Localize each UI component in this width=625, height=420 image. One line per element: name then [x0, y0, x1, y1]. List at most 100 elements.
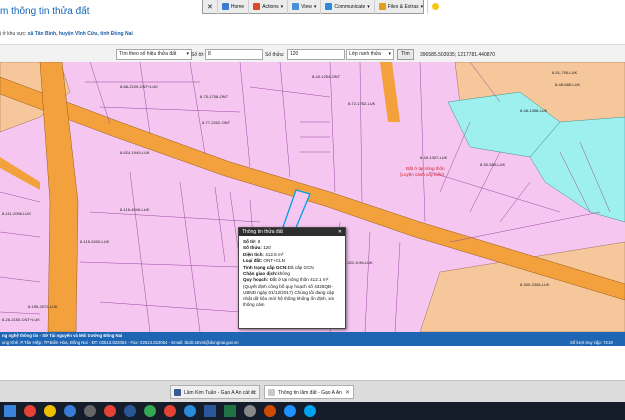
view-label: View: [301, 3, 312, 10]
parcel-label: 8-68-2100-CNT+LUK: [120, 84, 158, 89]
close-icon[interactable]: ✕: [251, 386, 256, 400]
parcel-label: 8-111-2096-LUK: [2, 211, 31, 216]
search-bar: Tìm theo số hiệu thửa đất ▾ Số tờ: 8 Số t…: [0, 44, 625, 64]
communicate-menu[interactable]: Communicate ▾: [321, 0, 375, 14]
tab-label: Lâm Kim Tuấn - Gạo A An cát cc: [184, 390, 256, 396]
parcel-label: 8-51-795-LUK: [552, 70, 578, 75]
browser-tab-active[interactable]: Thông tin lâm đất - Gạo A An ✕: [264, 385, 354, 399]
chevron-down-icon: ▾: [388, 51, 391, 57]
popup-field-value: 120: [263, 245, 271, 251]
parcel-label: 8-43-1254-ONT: [312, 74, 341, 79]
popup-header: Thông tin thửa đất ✕: [239, 228, 345, 236]
communicate-label: Communicate: [334, 3, 366, 10]
popup-field-label: Tình trạng cấp GCN:: [243, 264, 288, 270]
files-menu[interactable]: Files & Extras ▾: [375, 0, 429, 14]
view-menu[interactable]: View ▾: [288, 0, 322, 14]
actions-icon: [253, 3, 261, 10]
popup-close-button[interactable]: ✕: [338, 228, 342, 236]
word-icon[interactable]: [204, 405, 216, 417]
popup-decision-text: (Quyết định công bố quy hoạch số 4326QĐ-…: [243, 283, 335, 307]
search-button[interactable]: Tìm: [397, 49, 414, 60]
close-icon[interactable]: ✕: [345, 386, 350, 400]
sheet-input[interactable]: 8: [205, 49, 263, 60]
map-note: (Luyện cánh cây kiến): [400, 172, 445, 177]
app-icon[interactable]: [284, 405, 296, 417]
search-mode-select[interactable]: Tìm theo số hiệu thửa đất ▾: [116, 49, 192, 60]
parcel-label: 8-48-1358-LUK: [520, 108, 548, 113]
parcel-label: 8-300-2306-LUK: [520, 282, 550, 287]
popup-field-value: Đã cấp GCN: [287, 264, 314, 270]
location-line: ị ở khu vực: xã Tân Bình, huyện Vĩnh Cửu…: [0, 31, 133, 37]
popup-field-label: Diện tích:: [243, 251, 264, 257]
visit-counter: Số lượt truy cập: 7219: [570, 340, 613, 345]
browser-tab[interactable]: Lâm Kim Tuấn - Gạo A An cát cc ✕: [170, 385, 260, 399]
parcel-label: 8-116-4040-LUK: [120, 207, 150, 212]
view-icon: [292, 3, 300, 10]
home-button[interactable]: Home: [218, 0, 250, 14]
app-icon[interactable]: [184, 405, 196, 417]
browser-icon[interactable]: [24, 405, 36, 417]
app-icon[interactable]: [64, 405, 76, 417]
layer-select[interactable]: Lớp ranh thửa ▾: [346, 49, 394, 60]
app-icon[interactable]: [264, 405, 276, 417]
app-icon[interactable]: [84, 405, 96, 417]
close-session-button[interactable]: ✕: [203, 0, 218, 14]
parcel-label: 8-48-685-LUK: [555, 82, 581, 87]
popup-field-value: không: [277, 271, 290, 277]
remote-toolbar: ✕ Home Actions ▾ View ▾ Communicate ▾ Files…: [202, 0, 440, 14]
parcel-label: 8-75-1708-ONT: [200, 94, 229, 99]
chevron-down-icon: ▾: [280, 3, 284, 10]
files-label: Files & Extras: [387, 3, 419, 10]
app-icon[interactable]: [244, 405, 256, 417]
browser-icon[interactable]: [164, 405, 176, 417]
popup-row: Quy hoạch: Đất ở tại nông thôn 412.1 m²: [243, 277, 341, 283]
site-footer: ng nghệ thông tin - Sở Tài nguyên và Môi…: [0, 332, 625, 346]
smiley-icon: [432, 3, 440, 10]
popup-field-value: Đất ở tại nông thôn 412.1 m²: [269, 277, 329, 283]
parcel-label: 8-30-585-LUK: [480, 162, 506, 167]
search-mode-value: Tìm theo số hiệu thửa đất: [119, 51, 177, 57]
parcel-label: 8-624-1949-LUK: [120, 150, 150, 155]
parcel-label: 8-77-2202-ONT: [202, 120, 231, 125]
sheet-label: Số tờ:: [191, 52, 205, 58]
popup-body: Số tờ: 8 Số thửa: 120 Diện tích: 412.5 m…: [239, 236, 345, 311]
popup-field-label: Số thửa:: [243, 245, 262, 251]
location-prefix: ị ở khu vực:: [0, 31, 28, 37]
footer-org: ng nghệ thông tin - Sở Tài nguyên và Môi…: [2, 333, 123, 338]
windows-icon[interactable]: [4, 405, 16, 417]
smiley-button[interactable]: [428, 0, 443, 14]
parcel-label: 8-322-9-96-LUK: [344, 260, 373, 265]
popup-field-value: ONT+CLN: [263, 258, 285, 264]
page-icon: [268, 389, 275, 396]
home-label: Home: [230, 3, 245, 10]
browser-icon[interactable]: [144, 405, 156, 417]
tab-label: Thông tin lâm đất - Gạo A An: [278, 390, 342, 396]
blank-area: [0, 346, 625, 380]
excel-icon[interactable]: [224, 405, 236, 417]
footer-address: ung Khê, P.Tân Hiệp, TP.Biên Hòa, Đồng N…: [2, 340, 239, 345]
app-icon[interactable]: [124, 405, 136, 417]
coordinates-readout: 396585.503935; 1217781.440870: [420, 52, 496, 58]
browser-icon[interactable]: [44, 405, 56, 417]
parcel-label: 8-72-1762-LUK: [348, 101, 376, 106]
popup-field-label: Chặn giao dịch:: [243, 271, 278, 277]
popup-field-label: Loại đất:: [243, 258, 263, 264]
parcel-label: 8-26-2150-CNT+LUK: [2, 317, 40, 322]
browser-icon[interactable]: [104, 405, 116, 417]
popup-title: Thông tin thửa đất: [242, 229, 283, 235]
chevron-down-icon: ▾: [313, 3, 317, 10]
chevron-down-icon: ▾: [367, 3, 370, 10]
parcel-input[interactable]: 120: [287, 49, 345, 60]
actions-menu[interactable]: Actions ▾: [249, 0, 289, 14]
map-note: Đất ở tại nông thôn: [406, 166, 445, 171]
page-title: m thông tin thửa đất: [0, 6, 90, 17]
parcel-info-popup: Thông tin thửa đất ✕ Số tờ: 8 Số thửa: 1…: [238, 227, 346, 329]
popup-field-label: Số tờ:: [243, 239, 257, 244]
app-icon[interactable]: [304, 405, 316, 417]
location-value: xã Tân Bình, huyện Vĩnh Cửu, tỉnh Đồng N…: [27, 31, 133, 37]
parcel-label: 8-49-1307-LUK: [420, 155, 448, 160]
home-icon: [221, 3, 229, 10]
chevron-down-icon: ▾: [186, 51, 189, 57]
parcel-label: 8-115-3400-LUK: [80, 239, 110, 244]
popup-field-value: 412.5 m²: [265, 251, 284, 257]
